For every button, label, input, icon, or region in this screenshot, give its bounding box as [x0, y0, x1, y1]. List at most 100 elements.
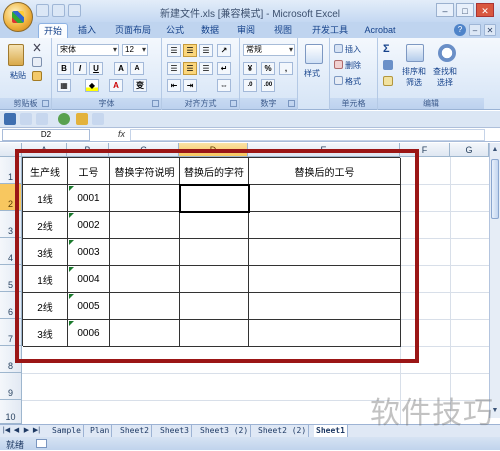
name-box[interactable]: D2 — [2, 129, 90, 141]
autosum-button[interactable]: Σ — [383, 43, 390, 55]
delete-icon[interactable] — [334, 60, 343, 69]
orientation-button[interactable]: ↗ — [217, 44, 231, 57]
format-painter-icon[interactable] — [32, 71, 42, 81]
refresh-icon[interactable] — [58, 113, 70, 125]
phonetic-button[interactable]: 变 — [133, 79, 147, 92]
next-sheet-icon[interactable]: ▶ — [22, 426, 31, 436]
number-format-combo[interactable]: 常规 — [243, 44, 295, 56]
copy-icon[interactable] — [32, 57, 42, 67]
column-header-g[interactable]: G — [450, 143, 489, 157]
find-select-icon[interactable] — [438, 44, 456, 62]
row-header-10[interactable]: 10 — [0, 400, 22, 424]
fill-color-button[interactable]: ◆ — [85, 79, 99, 92]
merge-center-button[interactable]: ⇔ — [217, 79, 231, 92]
first-sheet-icon[interactable]: |◀ — [2, 426, 11, 436]
help-icon[interactable]: ? — [454, 24, 466, 36]
fx-icon[interactable]: fx — [118, 129, 125, 139]
borders-button[interactable]: ▦ — [57, 79, 71, 92]
scrollbar-thumb[interactable] — [491, 159, 499, 219]
comma-button[interactable]: , — [279, 62, 293, 75]
prev-sheet-icon[interactable]: ◀ — [12, 426, 21, 436]
increase-indent-button[interactable]: ⇥ — [183, 79, 197, 92]
tab-data[interactable]: 数据 — [197, 23, 223, 38]
align-right-icon: ☰ — [202, 64, 210, 73]
format-icon[interactable] — [334, 76, 343, 85]
sort-filter-icon[interactable] — [406, 44, 424, 62]
tab-home[interactable]: 开始 — [38, 23, 68, 38]
decrease-indent-button[interactable]: ⇤ — [167, 79, 181, 92]
maximize-button[interactable]: □ — [456, 3, 474, 17]
customize-qat-icon[interactable] — [92, 113, 104, 125]
align-right-button[interactable]: ☰ — [199, 62, 213, 75]
row-header-9[interactable]: 9 — [0, 373, 22, 400]
shrink-font-button[interactable]: A — [130, 62, 144, 75]
sheet-tab-sheet1[interactable]: Sheet1 — [314, 425, 348, 437]
minimize-button[interactable]: – — [436, 3, 454, 17]
grow-font-button[interactable]: A — [114, 62, 128, 75]
dialog-launcher-icon[interactable] — [288, 100, 295, 107]
decrease-decimal-button[interactable]: .00 — [261, 79, 275, 92]
clear-icon[interactable] — [383, 76, 393, 86]
scroll-up-icon[interactable]: ▲ — [490, 145, 500, 155]
tab-review[interactable]: 审阅 — [233, 23, 259, 38]
insert-label[interactable]: 插入 — [345, 44, 361, 55]
tab-insert[interactable]: 插入 — [74, 23, 100, 38]
styles-icon[interactable] — [305, 44, 323, 64]
styles-label[interactable]: 样式 — [304, 68, 320, 79]
format-label[interactable]: 格式 — [345, 76, 361, 87]
sheet-tab-sample[interactable]: Sample — [50, 425, 84, 437]
sort-filter-label[interactable]: 排序和 筛选 — [402, 66, 426, 88]
save-icon[interactable] — [4, 113, 16, 125]
cut-icon[interactable] — [32, 43, 42, 53]
underline-button[interactable]: U — [89, 62, 103, 75]
window-title: 新建文件.xls [兼容模式] - Microsoft Excel — [159, 9, 340, 20]
spell-check-icon[interactable] — [76, 113, 88, 125]
dialog-launcher-icon[interactable] — [42, 100, 49, 107]
insert-icon[interactable] — [334, 44, 343, 53]
sheet-tab-plan[interactable]: Plan — [88, 425, 113, 437]
percent-button[interactable]: % — [261, 62, 275, 75]
formula-input[interactable] — [130, 129, 485, 141]
align-center-button[interactable]: ☰ — [183, 62, 197, 75]
office-button[interactable] — [3, 2, 33, 32]
font-color-button[interactable]: A — [109, 79, 123, 92]
tab-formulas[interactable]: 公式 — [162, 23, 188, 38]
align-middle-button[interactable]: ☰ — [183, 44, 197, 57]
watermark: 软件技巧 — [370, 396, 494, 431]
align-top-button[interactable]: ☰ — [167, 44, 181, 57]
alignment-group-label: 对齐方式 — [162, 98, 239, 109]
paste-label[interactable]: 粘贴 — [10, 70, 26, 81]
currency-button[interactable]: ¥ — [243, 62, 257, 75]
macro-record-icon[interactable] — [36, 439, 47, 448]
align-bottom-button[interactable]: ☰ — [199, 44, 213, 57]
undo-icon[interactable] — [20, 113, 32, 125]
dialog-launcher-icon[interactable] — [230, 100, 237, 107]
formula-bar: D2 fx — [0, 128, 500, 142]
paste-icon[interactable] — [8, 44, 24, 66]
wrap-text-button[interactable]: ↵ — [217, 62, 231, 75]
vertical-scrollbar[interactable]: ▲ ▼ — [489, 143, 500, 418]
last-sheet-icon[interactable]: ▶| — [32, 426, 41, 436]
increase-decimal-button[interactable]: .0 — [243, 79, 257, 92]
restore-icon[interactable]: – — [469, 24, 481, 36]
sheet-tab-sheet2[interactable]: Sheet2 — [118, 425, 152, 437]
close-workbook-icon[interactable]: ✕ — [484, 24, 496, 36]
tab-page-layout[interactable]: 页面布局 — [110, 23, 156, 38]
align-left-button[interactable]: ☰ — [167, 62, 181, 75]
redo-icon[interactable] — [36, 113, 48, 125]
close-button[interactable]: ✕ — [476, 3, 494, 17]
italic-button[interactable]: I — [73, 62, 87, 75]
delete-label[interactable]: 删除 — [345, 60, 361, 71]
fill-icon[interactable] — [383, 60, 393, 70]
sheet-tab-sheet2-2[interactable]: Sheet2 (2) — [256, 425, 310, 437]
sheet-tab-sheet3-2[interactable]: Sheet3 (2) — [198, 425, 252, 437]
tab-view[interactable]: 视图 — [270, 23, 296, 38]
tab-developer[interactable]: 开发工具 — [307, 23, 353, 38]
find-select-label[interactable]: 查找和 选择 — [433, 66, 457, 88]
font-size-combo[interactable]: 12 — [122, 44, 148, 56]
bold-button[interactable]: B — [57, 62, 71, 75]
sheet-tab-sheet3[interactable]: Sheet3 — [158, 425, 192, 437]
tab-acrobat[interactable]: Acrobat — [360, 23, 400, 38]
dialog-launcher-icon[interactable] — [152, 100, 159, 107]
font-name-combo[interactable]: 宋体 — [57, 44, 119, 56]
